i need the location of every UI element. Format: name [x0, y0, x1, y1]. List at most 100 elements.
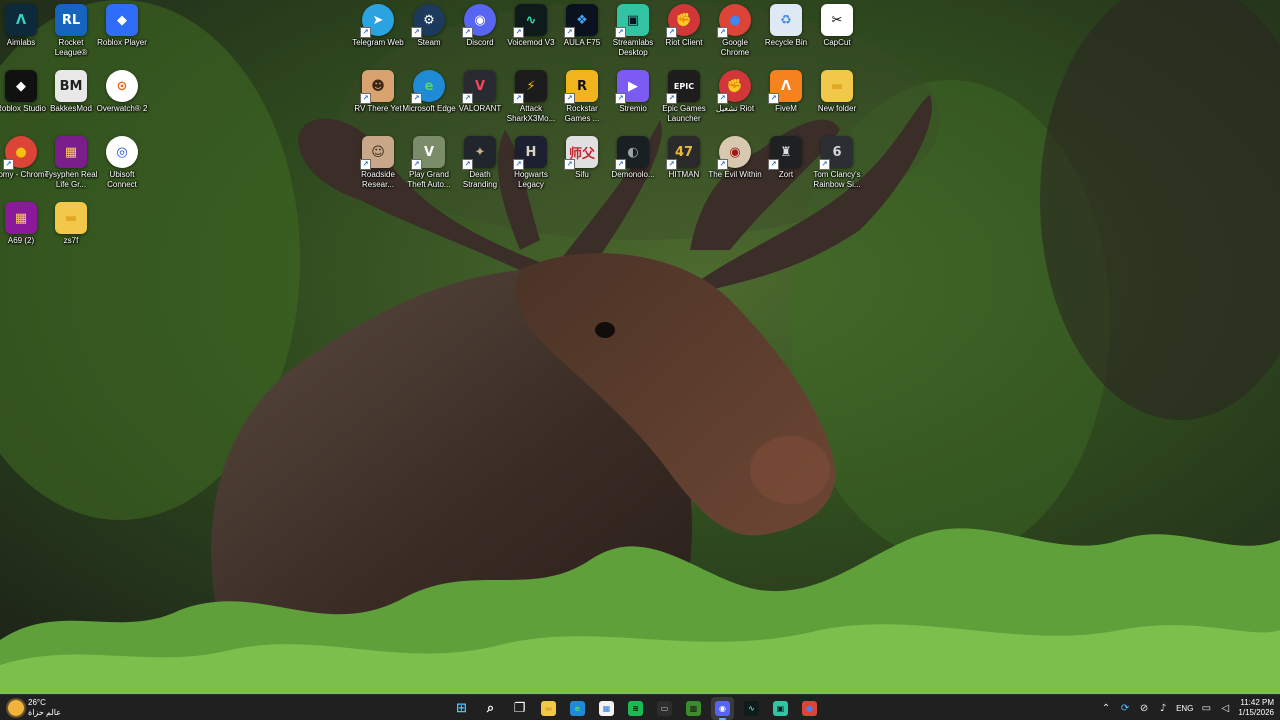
- taskbar-discord-button[interactable]: ◉: [711, 696, 734, 720]
- desktop-icon-ubisoft-connect[interactable]: ◎ Ubisoft Connect: [97, 136, 147, 200]
- desktop-icon-streamlabs-desktop[interactable]: ▣ ↗ Streamlabs Desktop: [608, 4, 658, 68]
- zs7f-icon: ▬: [55, 202, 87, 234]
- desktop-icon-roadside-resear[interactable]: ☺ ↗ Roadside Resear...: [353, 136, 403, 200]
- play-grand-theft-auto-icon: V ↗: [411, 136, 445, 170]
- voicemod-icon: ∿: [744, 700, 759, 716]
- eye-off-icon[interactable]: ⊘: [1138, 702, 1150, 714]
- desktop-icon-death-stranding[interactable]: ✦ ↗ Death Stranding: [455, 136, 505, 200]
- taskbar: 26°C عالم حزاة ⊞ ⌕ ❐ ▬ e ▦ ≋ ▭ ▩ ◉ ∿ ▣ ● ⌃ ⟳ ⊘ ♪ ENG…: [0, 694, 1280, 720]
- streamlabs-icon: ▣: [773, 700, 788, 716]
- shortcut-arrow-icon: ↗: [513, 93, 524, 104]
- desktop-icon-google-chrome[interactable]: ● ↗ Google Chrome: [710, 4, 760, 68]
- desktop-icon-riot-client[interactable]: ✊ ↗ Riot Client: [659, 4, 709, 68]
- desktop-icon-a69-2[interactable]: ▦ A69 (2): [0, 202, 46, 266]
- network-icon[interactable]: ▭: [1200, 702, 1212, 714]
- desktop-icon-discord[interactable]: ◉ ↗ Discord: [455, 4, 505, 68]
- capcut-icon: ✂: [821, 4, 853, 36]
- desktop-icon-attack-sharkx3mo[interactable]: ⚡ ↗ Attack SharkX3Mo...: [506, 70, 556, 134]
- taskbar-chrome-button[interactable]: ●: [798, 697, 821, 720]
- sun-icon: [8, 700, 24, 716]
- desktop-icon-label: Roblox Studio: [0, 104, 46, 113]
- desktop-icon-epic-games-launcher[interactable]: EPIC ↗ Epic Games Launcher: [659, 70, 709, 134]
- new-folder-icon: ▬: [821, 70, 853, 102]
- taskbar-windows-start-button[interactable]: ⊞: [450, 697, 473, 720]
- desktop-icon-new-folder[interactable]: ▬ New folder: [812, 70, 862, 134]
- desktop-icon-label: Aimlabs: [6, 38, 36, 47]
- weather-widget[interactable]: 26°C عالم حزاة: [8, 697, 61, 719]
- desktop-icon-zort[interactable]: ♜ ↗ Zort: [761, 136, 811, 200]
- epic-games-launcher-icon: EPIC ↗: [666, 70, 700, 104]
- bakkesmod-icon: BM: [55, 70, 87, 102]
- tom-clancy-s-rainbow-si-icon: 6 ↗: [819, 136, 853, 170]
- desktop-icon-rockstar-games[interactable]: R ↗ Rockstar Games ...: [557, 70, 607, 134]
- desktop-icon-label: HITMAN: [668, 170, 700, 179]
- language-indicator[interactable]: ENG: [1176, 704, 1193, 713]
- shortcut-arrow-icon: ↗: [564, 27, 575, 38]
- windows-start-icon: ⊞: [456, 700, 467, 716]
- desktop-icon-roblox-studio[interactable]: ◆ Roblox Studio: [0, 70, 46, 134]
- desktop-icon-stremio[interactable]: ▶ ↗ Stremio: [608, 70, 658, 134]
- desktop-icon-valorant[interactable]: V ↗ VALORANT: [455, 70, 505, 134]
- volume-icon[interactable]: ◁: [1219, 702, 1231, 714]
- taskbar-terminal-button[interactable]: ▭: [653, 697, 676, 720]
- desktop-icon-label: A69 (2): [7, 236, 35, 245]
- taskbar-streamlabs-button[interactable]: ▣: [769, 697, 792, 720]
- taskbar-task-view-button[interactable]: ❐: [508, 697, 531, 720]
- sync-icon[interactable]: ⟳: [1119, 702, 1131, 714]
- desktop-icon-label: Somy - Chrome: [0, 170, 49, 179]
- desktop-icon-telegram-web[interactable]: ➤ ↗ Telegram Web: [352, 4, 404, 68]
- desktop-icon-voicemod-v3[interactable]: ∿ ↗ Voicemod V3: [506, 4, 556, 68]
- taskbar-search-button[interactable]: ⌕: [479, 697, 502, 720]
- taskbar-edge-button[interactable]: e: [566, 697, 589, 720]
- desktop-icon-aimlabs[interactable]: Λ Aimlabs: [0, 4, 46, 68]
- taskbar-spotify-button[interactable]: ≋: [624, 697, 647, 720]
- desktop-icon-fivem[interactable]: Λ ↗ FiveM: [761, 70, 811, 134]
- shortcut-arrow-icon: ↗: [666, 93, 677, 104]
- desktop-icon-rocket-league[interactable]: RL Rocket League®: [46, 4, 96, 68]
- desktop-icon-hitman[interactable]: 47 ↗ HITMAN: [659, 136, 709, 200]
- taskbar-voicemod-button[interactable]: ∿: [740, 697, 763, 720]
- desktop-icon-aula-f75[interactable]: ❖ ↗ AULA F75: [557, 4, 607, 68]
- desktop-icon-label: تشغيل Riot: [715, 104, 755, 113]
- desktop-icon-microsoft-edge[interactable]: e ↗ Microsoft Edge: [402, 70, 456, 134]
- desktop-icon-play-grand-theft-auto[interactable]: V ↗ Play Grand Theft Auto...: [404, 136, 454, 200]
- taskbar-store-button[interactable]: ▦: [595, 697, 618, 720]
- desktop-icon-steam[interactable]: ⚙ ↗ Steam: [404, 4, 454, 68]
- desktop-icon-the-evil-within[interactable]: ◉ ↗ The Evil Within: [708, 136, 762, 200]
- desktop-icon-capcut[interactable]: ✂ CapCut: [812, 4, 862, 68]
- desktop-icon-riot[interactable]: ✊ ↗ تشغيل Riot: [710, 70, 760, 134]
- clock[interactable]: 11:42 PM 1/15/2026: [1238, 698, 1274, 718]
- fivem-icon: Λ ↗: [768, 70, 802, 104]
- desktop-icon-recycle-bin[interactable]: ♻ Recycle Bin: [761, 4, 811, 68]
- desktop-icon-label: Streamlabs Desktop: [612, 38, 654, 57]
- ubisoft-connect-icon: ◎: [106, 136, 138, 168]
- desktop-icon-label: Tom Clancy's Rainbow Si...: [813, 170, 861, 189]
- microphone-icon[interactable]: ♪: [1157, 702, 1169, 714]
- desktop-icon-overwatch-2[interactable]: ⊙ Overwatch® 2: [97, 70, 147, 134]
- desktop-icon-roblox-player[interactable]: ◆ Roblox Player: [97, 4, 147, 68]
- shortcut-arrow-icon: ↗: [768, 159, 779, 170]
- desktop-icon-label: Hogwarts Legacy: [514, 170, 548, 189]
- roblox-player-icon: ◆: [106, 4, 138, 36]
- desktop-icon-bakkesmod[interactable]: BM BakkesMod: [46, 70, 96, 134]
- shortcut-arrow-icon: ↗: [360, 159, 371, 170]
- desktop-icon-hogwarts-legacy[interactable]: H ↗ Hogwarts Legacy: [506, 136, 556, 200]
- desktop-icon-tysyphen-real-life-gr[interactable]: ▦ Tysyphen Real Life Gr...: [45, 136, 97, 200]
- desktop-icon-sifu[interactable]: 师父 ↗ Sifu: [557, 136, 607, 200]
- taskbar-minecraft-button[interactable]: ▩: [682, 697, 705, 720]
- shortcut-arrow-icon: ↗: [411, 159, 422, 170]
- desktop-icon-tom-clancy-s-rainbow-si[interactable]: 6 ↗ Tom Clancy's Rainbow Si...: [812, 136, 862, 200]
- desktop-icon-somy-chrome[interactable]: ●↗Somy - Chrome: [0, 136, 49, 200]
- clock-date: 1/15/2026: [1238, 708, 1274, 717]
- desktop-icon-label: Sifu: [575, 170, 589, 179]
- shortcut-arrow-icon: ↗: [564, 159, 575, 170]
- desktop-icon-rv-there-yet[interactable]: ☻ ↗ RV There Yet: [353, 70, 403, 134]
- desktop-icon-demonolo[interactable]: ◐ ↗ Demonolo...: [608, 136, 658, 200]
- chevron-up-icon[interactable]: ⌃: [1100, 702, 1112, 714]
- shortcut-arrow-icon: ↗: [513, 159, 524, 170]
- roblox-studio-icon: ◆: [5, 70, 37, 102]
- desktop-icon-zs7f[interactable]: ▬ zs7f: [46, 202, 96, 266]
- taskbar-file-explorer-button[interactable]: ▬: [537, 697, 560, 720]
- the-evil-within-icon: ◉ ↗: [717, 136, 751, 170]
- a69-2-icon: ▦: [5, 202, 37, 234]
